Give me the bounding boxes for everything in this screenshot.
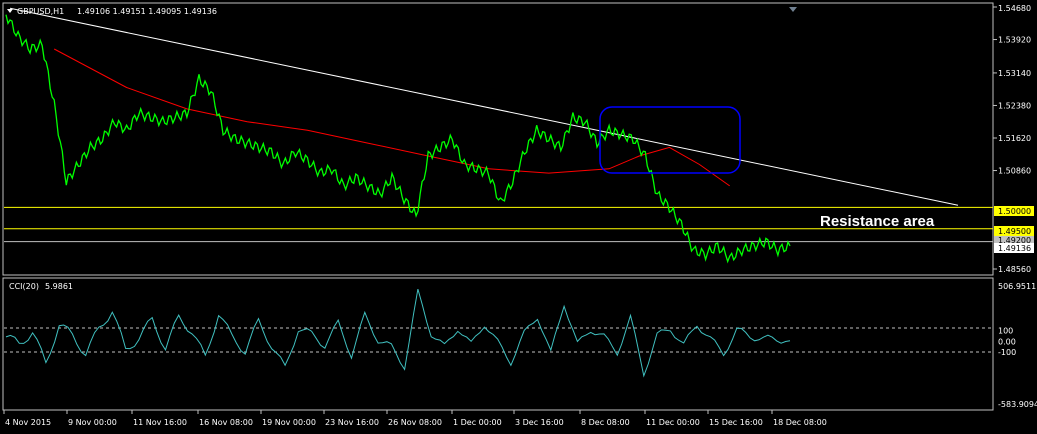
- time-tick-label: 9 Nov 00:00: [68, 418, 117, 427]
- price-tick-label: 1.52380: [998, 101, 1031, 110]
- time-tick-label: 11 Dec 00:00: [646, 418, 700, 427]
- cci-value: 5.9861: [45, 282, 73, 291]
- time-tick-label: 4 Nov 2015: [5, 418, 51, 427]
- time-tick-label: 1 Dec 00:00: [453, 418, 502, 427]
- time-tick-label: 3 Dec 16:00: [515, 418, 564, 427]
- price-tick-label: 1.51620: [998, 134, 1031, 143]
- time-tick-label: 16 Nov 08:00: [199, 418, 253, 427]
- time-tick-label: 19 Nov 00:00: [262, 418, 316, 427]
- resistance-annotation[interactable]: Resistance area: [820, 213, 935, 230]
- cci-name: CCI(20): [9, 282, 39, 291]
- price-tick-label: 1.48560: [998, 265, 1031, 274]
- mt4-chart[interactable]: GBPUSD,H1 1.49106 1.49151 1.49095 1.4913…: [0, 0, 1037, 434]
- ohlc-label: 1.49106 1.49151 1.49095 1.49136: [77, 7, 217, 16]
- cci-tick-label: 0.00: [998, 337, 1016, 346]
- price-tick-label: 1.53920: [998, 36, 1031, 45]
- cci-tick-label: 100: [998, 326, 1013, 335]
- time-tick-label: 23 Nov 16:00: [325, 418, 379, 427]
- time-tick-label: 18 Dec 08:00: [773, 418, 827, 427]
- price-tick-label: 1.50860: [998, 167, 1031, 176]
- time-tick-label: 8 Dec 08:00: [581, 418, 630, 427]
- price-tick-label: 1.53140: [998, 69, 1031, 78]
- time-tick-label: 26 Nov 08:00: [388, 418, 442, 427]
- current-price-text: 1.49136: [998, 244, 1031, 253]
- time-tick-label: 15 Dec 16:00: [709, 418, 763, 427]
- level-badge-149500-text: 1.49500: [998, 227, 1031, 236]
- cci-tick-label: -583.9094: [998, 400, 1037, 409]
- cci-tick-label: -100: [998, 348, 1016, 357]
- cci-tick-label: 506.9511: [998, 282, 1036, 291]
- time-tick-label: 11 Nov 16:00: [133, 418, 187, 427]
- level-badge-150000-text: 1.50000: [998, 207, 1031, 216]
- price-tick-label: 1.54680: [998, 4, 1031, 13]
